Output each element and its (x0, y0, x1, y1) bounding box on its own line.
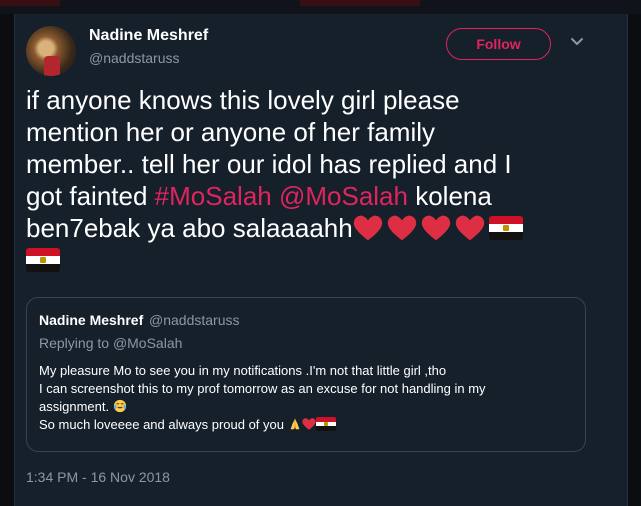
quoted-tweet[interactable]: Nadine Meshref @naddstaruss Replying to … (26, 297, 586, 452)
heart-icon (455, 215, 484, 241)
tweet-line: if anyone knows this lovely girl please (26, 85, 460, 115)
tweet-line: ben7ebak ya abo salaaaahh (26, 212, 586, 244)
heart-icon (301, 418, 316, 430)
tweet-line (26, 244, 586, 276)
folded-hands-icon (290, 418, 299, 430)
heart-icon (387, 215, 416, 241)
quoted-line: So much loveeee and always proud of you (39, 416, 579, 434)
quoted-author-name: Nadine Meshref (39, 312, 144, 328)
follow-button[interactable]: Follow (446, 28, 551, 60)
replying-to-label: Replying to (39, 335, 113, 351)
avatar[interactable] (26, 26, 76, 76)
tweet-line: mention her or anyone of her family (26, 117, 435, 147)
replying-to-mention[interactable]: @MoSalah (113, 335, 182, 351)
heart-icon (421, 215, 450, 241)
mention-link[interactable]: @MoSalah (279, 181, 408, 211)
tweet-line: member.. tell her our idol has replied a… (26, 149, 512, 179)
author-handle[interactable]: @naddstaruss (89, 50, 179, 66)
tears-of-joy-icon (113, 399, 126, 413)
tweet-text-segment: ben7ebak ya abo salaaaahh (26, 213, 353, 243)
quoted-text-segment: So much loveeee and always proud of you (39, 417, 288, 432)
quoted-author-handle: @naddstaruss (149, 312, 240, 328)
author-name[interactable]: Nadine Meshref (89, 27, 208, 45)
tweet-text-segment: kolena (407, 181, 492, 211)
tweet-line: got fainted #MoSalah @MoSalah kolena (26, 180, 586, 212)
quoted-text-segment: assignment. (39, 399, 113, 414)
heart-icon (353, 215, 382, 241)
egypt-flag-icon (26, 248, 60, 272)
egypt-flag-icon (315, 417, 336, 431)
tweet-timestamp[interactable]: 1:34 PM - 16 Nov 2018 (26, 469, 170, 485)
tweet-text: if anyone knows this lovely girl please … (26, 84, 586, 276)
tweet-text-segment: got fainted (26, 181, 155, 211)
quoted-line: assignment. (39, 398, 579, 416)
chevron-down-icon[interactable] (570, 35, 584, 49)
egypt-flag-icon (488, 216, 523, 240)
quoted-line: My pleasure Mo to see you in my notifica… (39, 363, 447, 378)
replying-to: Replying to @MoSalah (39, 335, 182, 351)
background-strip (0, 0, 641, 14)
quoted-tweet-text: My pleasure Mo to see you in my notifica… (39, 362, 579, 434)
hashtag-link[interactable]: #MoSalah (155, 181, 272, 211)
quoted-line: I can screenshot this to my prof tomorro… (39, 381, 486, 396)
